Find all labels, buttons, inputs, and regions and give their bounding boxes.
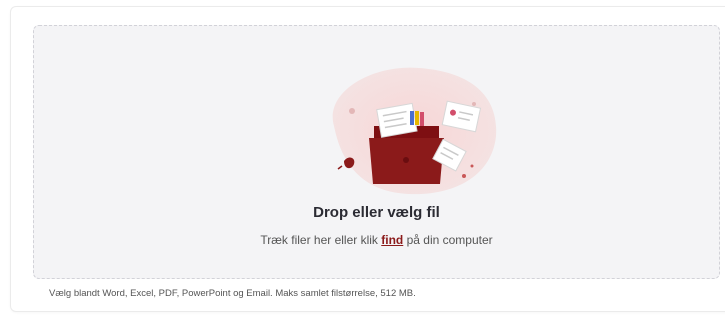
file-types-note: Vælg blandt Word, Excel, PDF, PowerPoint… (49, 288, 416, 299)
dropzone-heading: Drop eller vælg fil (313, 204, 440, 221)
instructions-after: på din computer (403, 233, 493, 247)
find-file-link[interactable]: find (381, 233, 403, 247)
dropzone-instructions: Træk filer her eller klik find på din co… (34, 233, 719, 247)
instructions-before: Træk filer her eller klik (260, 233, 382, 247)
file-dropzone[interactable]: Drop eller vælg fil Træk filer her eller… (33, 25, 720, 279)
folder-documents-illustration (332, 67, 497, 195)
